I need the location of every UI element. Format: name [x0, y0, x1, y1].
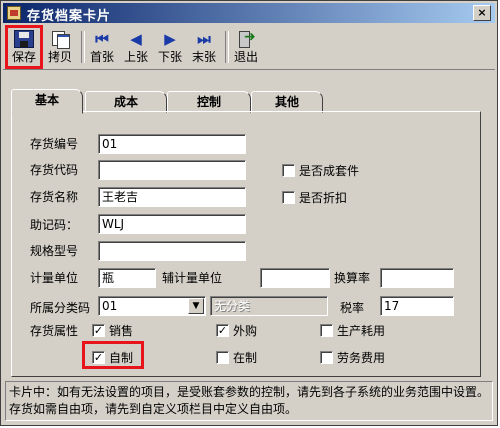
exit-button-label: 退出 [233, 50, 258, 64]
tax-rate-label: 税率 [340, 301, 365, 315]
attribute-sales-checkbox[interactable]: ✓ [92, 324, 105, 337]
attribute-service-fee-label: 劳务费用 [337, 351, 386, 365]
name-input[interactable]: 王老吉 [98, 187, 246, 207]
alt-code-label: 存货代码 [30, 163, 79, 177]
unit-label: 计量单位 [30, 271, 79, 285]
attribute-purchase-label: 外购 [233, 324, 258, 338]
code-input[interactable]: 01 [98, 134, 246, 154]
is-discount-checkbox[interactable] [282, 191, 295, 204]
attribute-production-consume-label: 生产耗用 [337, 324, 386, 338]
tab-cost[interactable]: 成本 [85, 91, 167, 113]
app-icon [7, 6, 21, 20]
toolbar: 保存 拷贝 ⏮ 首张 ◀ 上张 ▶ 下张 ⏭ 末张 退出 [3, 25, 495, 70]
tab-basic[interactable]: 基本 [11, 89, 83, 114]
previous-record-icon: ◀ [130, 30, 142, 48]
conversion-rate-label: 换算率 [334, 271, 371, 285]
category-name-field: 无分类 [210, 296, 328, 316]
inventory-card-window: 存货档案卡片 × 保存 拷贝 ⏮ 首张 ◀ 上张 ▶ 下张 ⏭ 末张 ➜ 退出 … [0, 0, 498, 426]
aux-unit-input[interactable] [260, 268, 330, 288]
mnemonic-input[interactable]: WLJ [98, 214, 246, 234]
mnemonic-label: 助记码： [30, 218, 79, 232]
self-made-highlight-box [82, 341, 144, 369]
alt-code-input[interactable] [98, 160, 246, 180]
attribute-purchase-checkbox[interactable]: ✓ [216, 324, 229, 337]
close-button[interactable]: × [473, 5, 491, 21]
basic-tab-panel: 存货编号 01 存货代码 是否成套件 存货名称 王老吉 是否折扣 助记码： WL… [11, 111, 481, 377]
exit-icon [236, 29, 256, 48]
next-record-button[interactable]: ▶ 下张 [155, 27, 185, 67]
unit-input[interactable]: 瓶 [98, 268, 156, 288]
first-record-button[interactable]: ⏮ 首张 [87, 27, 117, 67]
code-label: 存货编号 [30, 137, 79, 151]
info-note-text: 卡片中：如有无法设置的项目，是受账套参数的控制，请先到各子系统的业务范围中设置。… [9, 385, 490, 416]
spec-input[interactable] [98, 241, 246, 261]
last-record-icon: ⏭ [197, 30, 211, 48]
toolbar-separator [81, 31, 85, 63]
conversion-rate-input[interactable] [380, 268, 454, 288]
tab-control[interactable]: 控制 [167, 91, 251, 113]
is-kit-label: 是否成套件 [299, 164, 360, 178]
copy-button[interactable]: 拷贝 [45, 27, 75, 67]
category-dropdown-button[interactable]: ▼ [188, 298, 204, 314]
first-record-icon: ⏮ [95, 30, 109, 48]
category-label: 所属分类码 [30, 301, 91, 315]
exit-button[interactable]: 退出 [231, 27, 261, 67]
tab-other[interactable]: 其他 [251, 91, 323, 113]
next-record-label: 下张 [157, 50, 182, 64]
is-discount-label: 是否折扣 [299, 191, 348, 205]
attribute-sales-label: 销售 [109, 324, 134, 338]
tax-rate-input[interactable]: 17 [380, 296, 454, 316]
last-record-label: 末张 [191, 50, 216, 64]
window-title: 存货档案卡片 [27, 9, 112, 24]
copy-button-label: 拷贝 [47, 50, 72, 64]
attributes-label: 存货属性 [30, 324, 79, 338]
first-record-label: 首张 [89, 50, 114, 64]
name-label: 存货名称 [30, 190, 79, 204]
last-record-button[interactable]: ⏭ 末张 [189, 27, 219, 67]
attribute-service-fee-checkbox[interactable] [320, 351, 333, 364]
attribute-production-consume-checkbox[interactable] [320, 324, 333, 337]
save-highlight-box [5, 25, 43, 69]
attribute-in-process-checkbox[interactable] [216, 351, 229, 364]
previous-record-label: 上张 [123, 50, 148, 64]
is-kit-checkbox[interactable] [282, 164, 295, 177]
copy-icon [50, 30, 70, 49]
aux-unit-label: 辅计量单位 [162, 271, 223, 285]
info-note-box: 卡片中：如有无法设置的项目，是受账套参数的控制，请先到各子系统的业务范围中设置。… [5, 381, 493, 421]
spec-label: 规格型号 [30, 244, 79, 258]
title-bar: 存货档案卡片 × [3, 3, 495, 24]
attribute-in-process-label: 在制 [233, 351, 258, 365]
previous-record-button[interactable]: ◀ 上张 [121, 27, 151, 67]
next-record-icon: ▶ [164, 30, 176, 48]
toolbar-separator [225, 31, 229, 63]
